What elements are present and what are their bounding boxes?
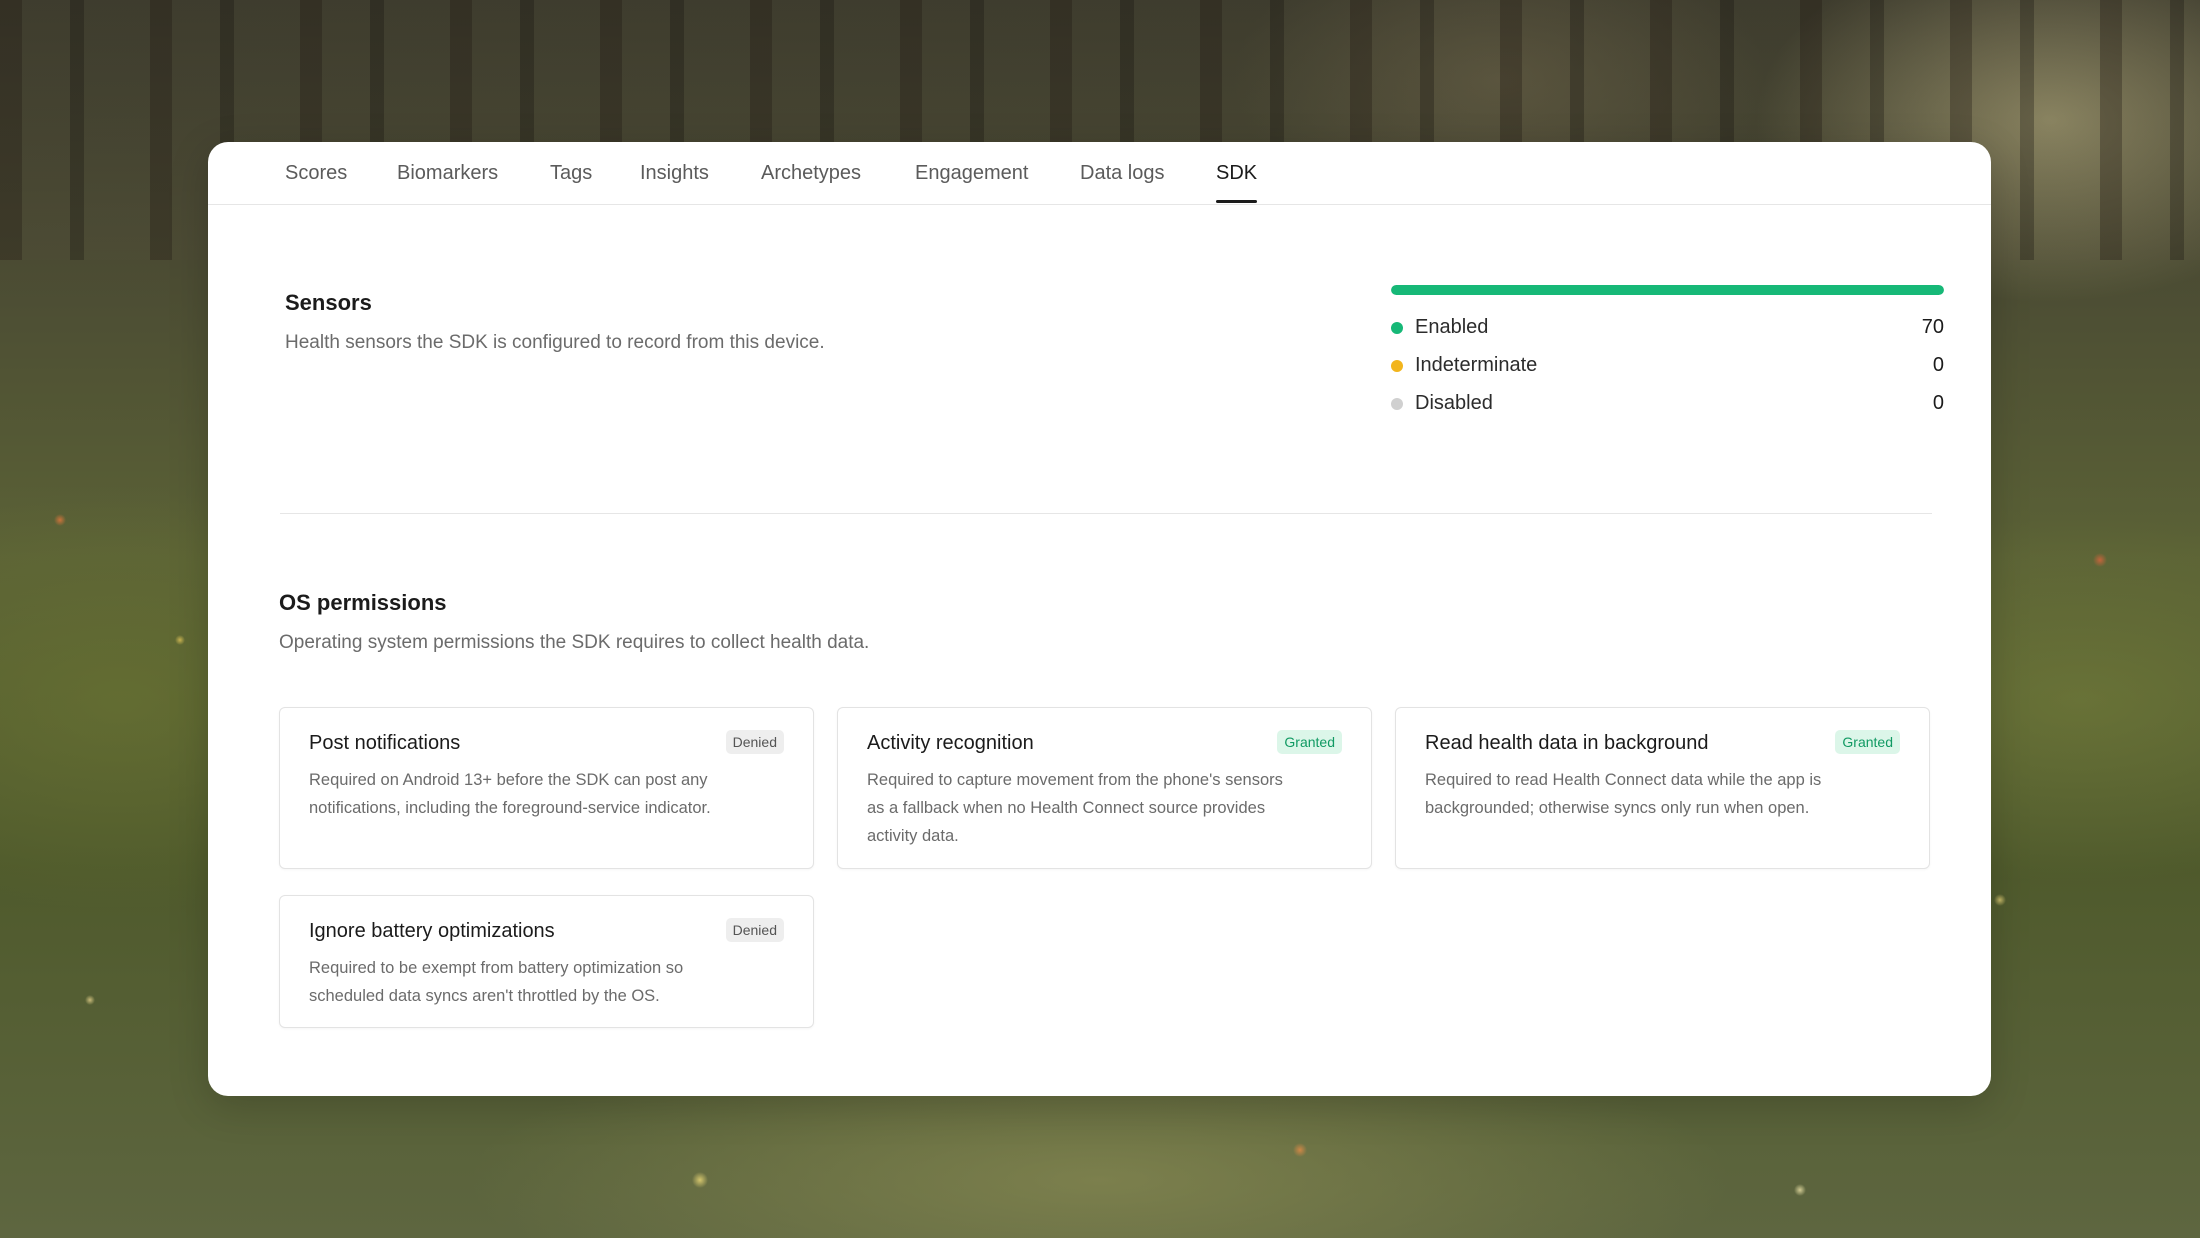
tab-engagement[interactable]: Engagement bbox=[915, 162, 1028, 185]
legend-row-enabled: Enabled 70 bbox=[1391, 313, 1944, 341]
tab-sdk-label: SDK bbox=[1216, 162, 1258, 184]
permission-card-description: Required to read Health Connect data whi… bbox=[1425, 771, 1822, 817]
legend-label: Indeterminate bbox=[1415, 354, 1538, 376]
permission-card-description: Required on Android 13+ before the SDK c… bbox=[309, 771, 711, 817]
sensors-title: Sensors bbox=[285, 290, 372, 315]
status-badge: Granted bbox=[1835, 730, 1900, 754]
tab-tags[interactable]: Tags bbox=[550, 162, 592, 185]
permissions-description: Operating system permissions the SDK req… bbox=[279, 632, 870, 653]
sdk-panel: Scores Biomarkers Tags Insights Archetyp… bbox=[208, 142, 1991, 1096]
tab-archetypes[interactable]: Archetypes bbox=[761, 162, 861, 185]
tab-scores[interactable]: Scores bbox=[285, 162, 347, 185]
legend-value: 0 bbox=[1932, 392, 1944, 414]
legend-row-indeterminate: Indeterminate 0 bbox=[1391, 351, 1944, 379]
tab-bar: Scores Biomarkers Tags Insights Archetyp… bbox=[208, 142, 1991, 205]
permission-card-description: Required to capture movement from the ph… bbox=[867, 771, 1283, 845]
enabled-dot-icon bbox=[1391, 322, 1403, 334]
permission-card-ignore-battery-optimizations: Ignore battery optimizations Denied Requ… bbox=[279, 895, 814, 1028]
permission-card-read-health-data-background: Read health data in background Granted R… bbox=[1395, 707, 1930, 869]
disabled-dot-icon bbox=[1391, 398, 1403, 410]
permission-card-activity-recognition: Activity recognition Granted Required to… bbox=[837, 707, 1372, 869]
section-divider bbox=[280, 513, 1932, 514]
tab-insights[interactable]: Insights bbox=[640, 162, 709, 185]
tab-biomarkers[interactable]: Biomarkers bbox=[397, 162, 498, 185]
permission-card-title: Activity recognition bbox=[867, 732, 1034, 754]
sensors-progress-bar bbox=[1391, 285, 1944, 295]
permission-card-post-notifications: Post notifications Denied Required on An… bbox=[279, 707, 814, 869]
permissions-title: OS permissions bbox=[279, 590, 447, 615]
status-badge: Denied bbox=[725, 730, 784, 754]
legend-label: Disabled bbox=[1415, 392, 1493, 414]
tab-data-logs[interactable]: Data logs bbox=[1080, 162, 1165, 185]
legend-value: 0 bbox=[1932, 354, 1944, 376]
legend-row-disabled: Disabled 0 bbox=[1391, 389, 1944, 417]
legend-label: Enabled bbox=[1415, 316, 1489, 338]
tab-sdk[interactable]: SDK bbox=[1216, 162, 1258, 203]
permission-card-title: Read health data in background bbox=[1425, 732, 1709, 754]
permission-card-title: Post notifications bbox=[309, 732, 461, 754]
sensors-description: Health sensors the SDK is configured to … bbox=[285, 332, 825, 353]
legend-value: 70 bbox=[1921, 316, 1944, 338]
permission-card-description: Required to be exempt from battery optim… bbox=[309, 959, 684, 1005]
active-tab-indicator bbox=[1216, 200, 1258, 203]
status-badge: Granted bbox=[1277, 730, 1342, 754]
status-badge: Denied bbox=[725, 918, 784, 942]
permission-card-title: Ignore battery optimizations bbox=[309, 920, 555, 942]
sensors-progress-fill bbox=[1391, 285, 1944, 295]
indeterminate-dot-icon bbox=[1391, 360, 1403, 372]
